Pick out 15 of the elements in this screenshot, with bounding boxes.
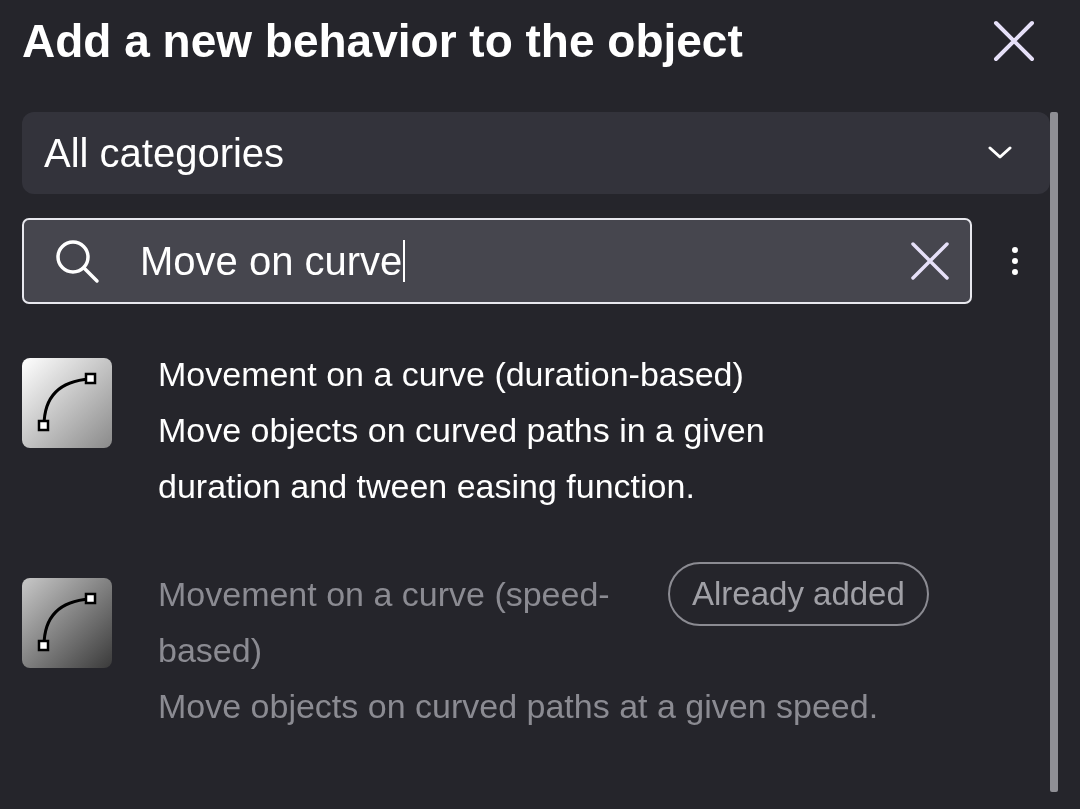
- behavior-description: Move objects on curved paths at a given speed.: [158, 686, 880, 727]
- scrollbar[interactable]: [1050, 112, 1058, 792]
- close-icon[interactable]: [992, 19, 1036, 63]
- behavior-description: Move objects on curved paths in a given duration and tween easing function.: [158, 410, 766, 507]
- behavior-name[interactable]: Movement on a curve (duration-based): [158, 346, 878, 402]
- dialog-title: Add a new behavior to the object: [22, 14, 743, 68]
- category-select[interactable]: All categories: [22, 112, 1050, 194]
- more-options-icon[interactable]: [1010, 246, 1020, 276]
- curve-icon: [22, 578, 112, 668]
- search-field[interactable]: Move on curve: [22, 218, 972, 304]
- chevron-icon: [988, 146, 1012, 160]
- clear-icon[interactable]: [910, 241, 950, 281]
- search-icon: [54, 238, 100, 284]
- curve-icon: [22, 358, 112, 448]
- already-added-badge: Already added: [668, 562, 929, 626]
